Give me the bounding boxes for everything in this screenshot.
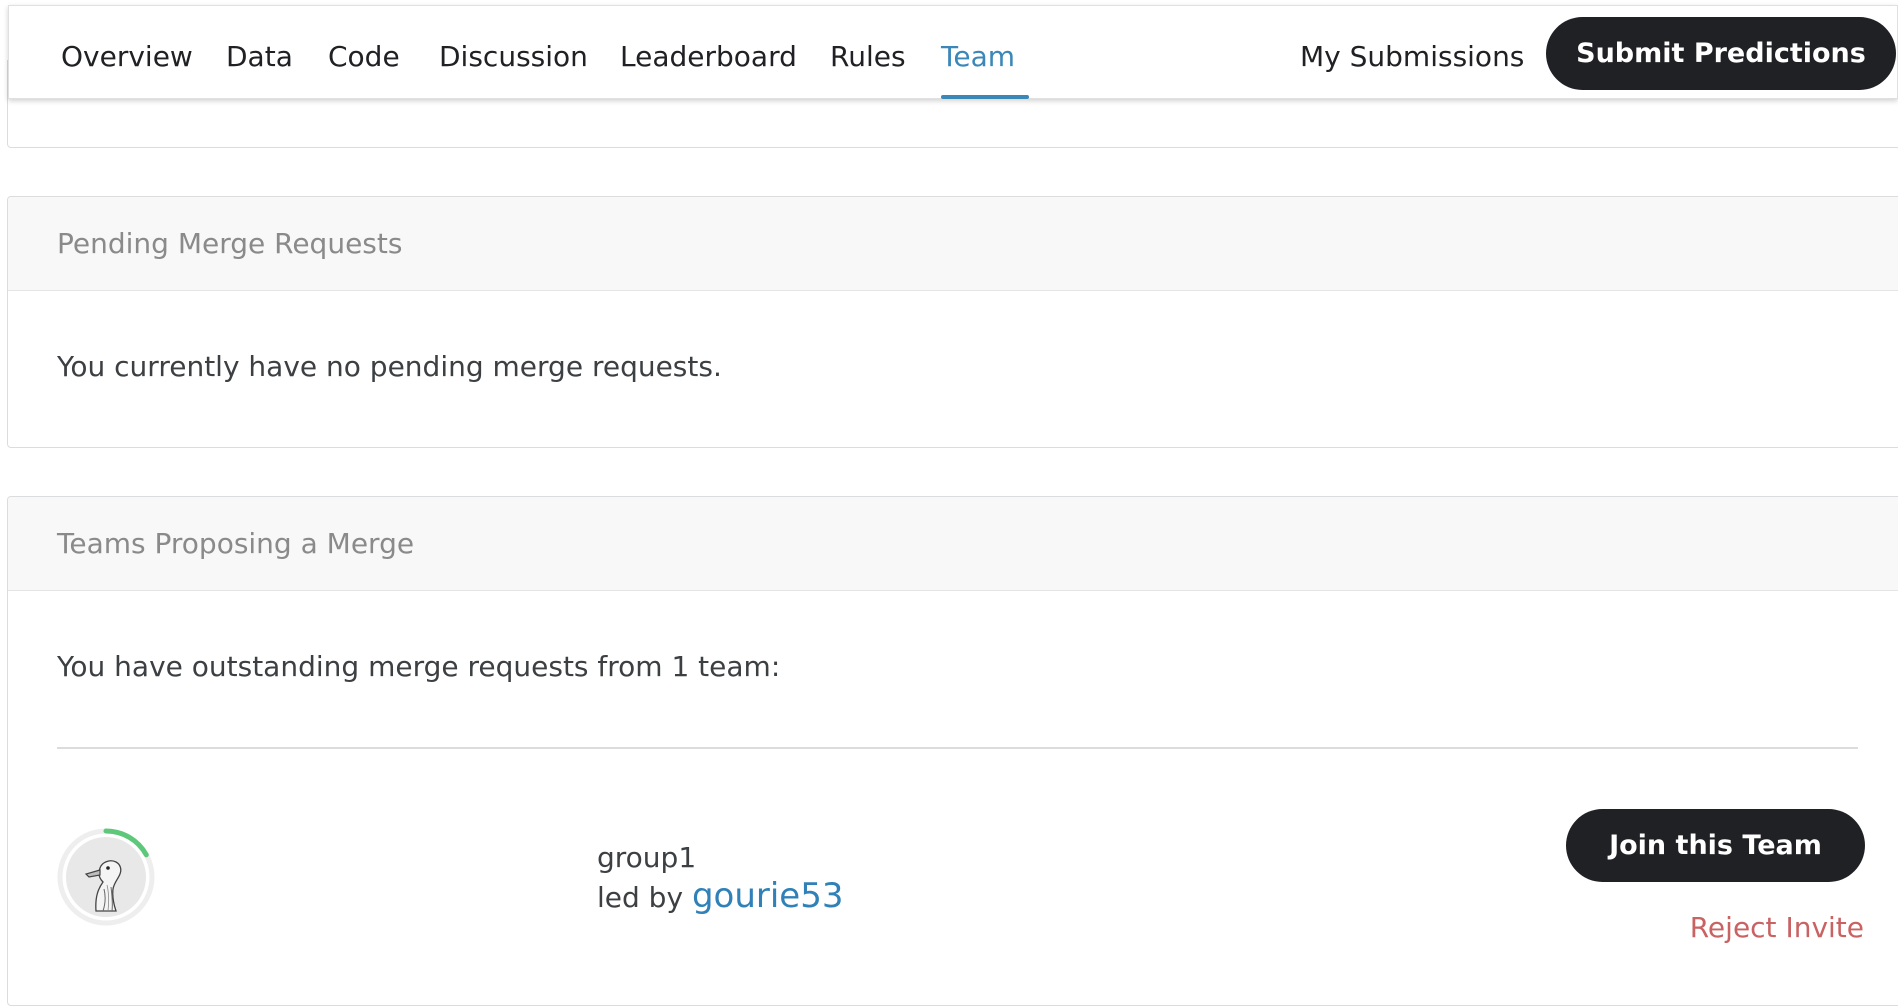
join-team-button[interactable]: Join this Team <box>1566 809 1865 882</box>
my-submissions-link[interactable]: My Submissions <box>1300 37 1524 77</box>
submit-predictions-button[interactable]: Submit Predictions <box>1546 17 1896 90</box>
reject-invite-link[interactable]: Reject Invite <box>1690 909 1864 947</box>
team-name: group1 <box>597 841 697 874</box>
team-avatar[interactable] <box>56 827 156 927</box>
tab-discussion[interactable]: Discussion <box>439 37 588 77</box>
team-leader-link[interactable]: gourie53 <box>692 876 844 916</box>
teams-proposing-merge-message: You have outstanding merge requests from… <box>57 650 781 683</box>
divider <box>57 747 1858 749</box>
teams-proposing-merge-card: Teams Proposing a Merge You have outstan… <box>7 496 1898 1006</box>
tab-code[interactable]: Code <box>328 37 400 77</box>
pending-merge-requests-title: Pending Merge Requests <box>8 197 1898 291</box>
pending-merge-requests-message: You currently have no pending merge requ… <box>57 350 722 383</box>
teams-proposing-merge-title: Teams Proposing a Merge <box>8 497 1898 591</box>
tab-overview[interactable]: Overview <box>61 37 193 77</box>
tab-leaderboard[interactable]: Leaderboard <box>620 37 797 77</box>
pending-merge-requests-card: Pending Merge Requests You currently hav… <box>7 196 1898 448</box>
tab-data[interactable]: Data <box>226 37 293 77</box>
tab-rules[interactable]: Rules <box>830 37 906 77</box>
tab-team[interactable]: Team <box>941 37 1015 77</box>
competition-nav-bar: Overview Data Code Discussion Leaderboar… <box>8 5 1898 99</box>
team-leader-line: led by gourie53 <box>597 877 843 917</box>
active-tab-indicator <box>941 95 1029 99</box>
led-by-label: led by <box>597 881 692 914</box>
